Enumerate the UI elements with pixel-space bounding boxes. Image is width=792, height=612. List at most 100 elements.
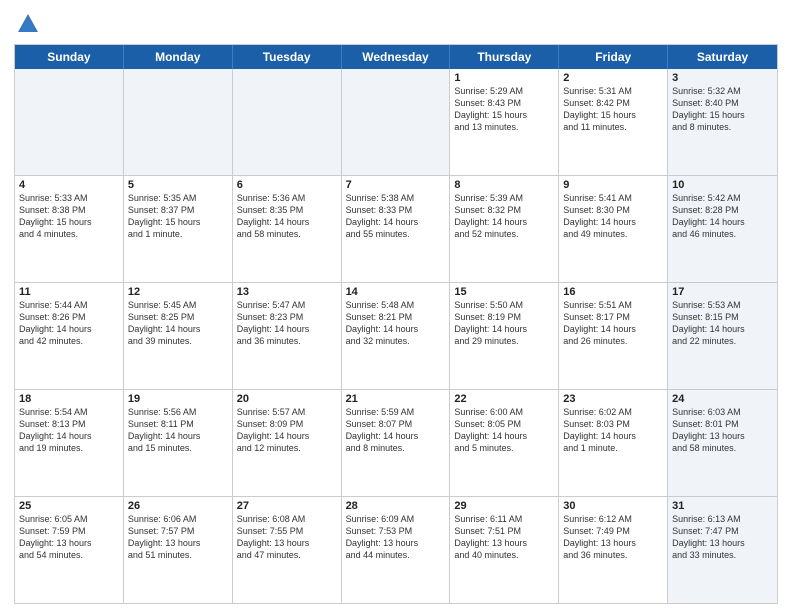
weekday-header-wednesday: Wednesday (342, 45, 451, 69)
day-cell-21: 21Sunrise: 5:59 AM Sunset: 8:07 PM Dayli… (342, 390, 451, 496)
day-number: 31 (672, 500, 773, 512)
day-info: Sunrise: 5:59 AM Sunset: 8:07 PM Dayligh… (346, 406, 446, 455)
day-info: Sunrise: 6:02 AM Sunset: 8:03 PM Dayligh… (563, 406, 663, 455)
day-number: 13 (237, 286, 337, 298)
weekday-header-saturday: Saturday (668, 45, 777, 69)
day-number: 3 (672, 72, 773, 84)
day-number: 26 (128, 500, 228, 512)
day-cell-9: 9Sunrise: 5:41 AM Sunset: 8:30 PM Daylig… (559, 176, 668, 282)
day-cell-3: 3Sunrise: 5:32 AM Sunset: 8:40 PM Daylig… (668, 69, 777, 175)
day-cell-16: 16Sunrise: 5:51 AM Sunset: 8:17 PM Dayli… (559, 283, 668, 389)
weekday-header-monday: Monday (124, 45, 233, 69)
empty-cell-r0c0 (15, 69, 124, 175)
day-info: Sunrise: 6:13 AM Sunset: 7:47 PM Dayligh… (672, 513, 773, 562)
day-cell-2: 2Sunrise: 5:31 AM Sunset: 8:42 PM Daylig… (559, 69, 668, 175)
weekday-header-sunday: Sunday (15, 45, 124, 69)
empty-cell-r0c2 (233, 69, 342, 175)
day-info: Sunrise: 5:32 AM Sunset: 8:40 PM Dayligh… (672, 85, 773, 134)
day-info: Sunrise: 5:47 AM Sunset: 8:23 PM Dayligh… (237, 299, 337, 348)
day-cell-25: 25Sunrise: 6:05 AM Sunset: 7:59 PM Dayli… (15, 497, 124, 603)
day-number: 1 (454, 72, 554, 84)
day-info: Sunrise: 5:56 AM Sunset: 8:11 PM Dayligh… (128, 406, 228, 455)
day-info: Sunrise: 5:48 AM Sunset: 8:21 PM Dayligh… (346, 299, 446, 348)
day-cell-10: 10Sunrise: 5:42 AM Sunset: 8:28 PM Dayli… (668, 176, 777, 282)
day-cell-15: 15Sunrise: 5:50 AM Sunset: 8:19 PM Dayli… (450, 283, 559, 389)
day-cell-17: 17Sunrise: 5:53 AM Sunset: 8:15 PM Dayli… (668, 283, 777, 389)
calendar-row-3: 18Sunrise: 5:54 AM Sunset: 8:13 PM Dayli… (15, 390, 777, 497)
calendar-row-0: 1Sunrise: 5:29 AM Sunset: 8:43 PM Daylig… (15, 69, 777, 176)
calendar-row-2: 11Sunrise: 5:44 AM Sunset: 8:26 PM Dayli… (15, 283, 777, 390)
day-number: 21 (346, 393, 446, 405)
day-cell-19: 19Sunrise: 5:56 AM Sunset: 8:11 PM Dayli… (124, 390, 233, 496)
day-info: Sunrise: 5:53 AM Sunset: 8:15 PM Dayligh… (672, 299, 773, 348)
day-info: Sunrise: 6:06 AM Sunset: 7:57 PM Dayligh… (128, 513, 228, 562)
calendar-row-1: 4Sunrise: 5:33 AM Sunset: 8:38 PM Daylig… (15, 176, 777, 283)
day-cell-22: 22Sunrise: 6:00 AM Sunset: 8:05 PM Dayli… (450, 390, 559, 496)
day-cell-13: 13Sunrise: 5:47 AM Sunset: 8:23 PM Dayli… (233, 283, 342, 389)
calendar-row-4: 25Sunrise: 6:05 AM Sunset: 7:59 PM Dayli… (15, 497, 777, 603)
day-info: Sunrise: 6:03 AM Sunset: 8:01 PM Dayligh… (672, 406, 773, 455)
day-number: 18 (19, 393, 119, 405)
day-cell-29: 29Sunrise: 6:11 AM Sunset: 7:51 PM Dayli… (450, 497, 559, 603)
logo (14, 10, 46, 38)
day-cell-5: 5Sunrise: 5:35 AM Sunset: 8:37 PM Daylig… (124, 176, 233, 282)
weekday-header-thursday: Thursday (450, 45, 559, 69)
day-info: Sunrise: 6:11 AM Sunset: 7:51 PM Dayligh… (454, 513, 554, 562)
day-cell-26: 26Sunrise: 6:06 AM Sunset: 7:57 PM Dayli… (124, 497, 233, 603)
day-info: Sunrise: 5:42 AM Sunset: 8:28 PM Dayligh… (672, 192, 773, 241)
day-cell-11: 11Sunrise: 5:44 AM Sunset: 8:26 PM Dayli… (15, 283, 124, 389)
day-number: 29 (454, 500, 554, 512)
day-info: Sunrise: 5:36 AM Sunset: 8:35 PM Dayligh… (237, 192, 337, 241)
day-cell-4: 4Sunrise: 5:33 AM Sunset: 8:38 PM Daylig… (15, 176, 124, 282)
day-number: 12 (128, 286, 228, 298)
day-number: 27 (237, 500, 337, 512)
day-info: Sunrise: 5:44 AM Sunset: 8:26 PM Dayligh… (19, 299, 119, 348)
logo-icon (14, 10, 42, 38)
day-cell-7: 7Sunrise: 5:38 AM Sunset: 8:33 PM Daylig… (342, 176, 451, 282)
page: SundayMondayTuesdayWednesdayThursdayFrid… (0, 0, 792, 612)
day-number: 7 (346, 179, 446, 191)
day-info: Sunrise: 6:00 AM Sunset: 8:05 PM Dayligh… (454, 406, 554, 455)
day-cell-6: 6Sunrise: 5:36 AM Sunset: 8:35 PM Daylig… (233, 176, 342, 282)
day-number: 9 (563, 179, 663, 191)
day-info: Sunrise: 5:38 AM Sunset: 8:33 PM Dayligh… (346, 192, 446, 241)
day-info: Sunrise: 6:09 AM Sunset: 7:53 PM Dayligh… (346, 513, 446, 562)
day-number: 6 (237, 179, 337, 191)
day-info: Sunrise: 5:39 AM Sunset: 8:32 PM Dayligh… (454, 192, 554, 241)
day-info: Sunrise: 5:45 AM Sunset: 8:25 PM Dayligh… (128, 299, 228, 348)
day-cell-31: 31Sunrise: 6:13 AM Sunset: 7:47 PM Dayli… (668, 497, 777, 603)
day-number: 22 (454, 393, 554, 405)
day-number: 15 (454, 286, 554, 298)
day-number: 24 (672, 393, 773, 405)
day-number: 28 (346, 500, 446, 512)
day-number: 2 (563, 72, 663, 84)
day-cell-27: 27Sunrise: 6:08 AM Sunset: 7:55 PM Dayli… (233, 497, 342, 603)
day-cell-28: 28Sunrise: 6:09 AM Sunset: 7:53 PM Dayli… (342, 497, 451, 603)
day-cell-8: 8Sunrise: 5:39 AM Sunset: 8:32 PM Daylig… (450, 176, 559, 282)
day-info: Sunrise: 5:33 AM Sunset: 8:38 PM Dayligh… (19, 192, 119, 241)
day-info: Sunrise: 5:29 AM Sunset: 8:43 PM Dayligh… (454, 85, 554, 134)
day-number: 4 (19, 179, 119, 191)
day-number: 25 (19, 500, 119, 512)
day-cell-14: 14Sunrise: 5:48 AM Sunset: 8:21 PM Dayli… (342, 283, 451, 389)
day-info: Sunrise: 5:54 AM Sunset: 8:13 PM Dayligh… (19, 406, 119, 455)
day-info: Sunrise: 6:05 AM Sunset: 7:59 PM Dayligh… (19, 513, 119, 562)
empty-cell-r0c3 (342, 69, 451, 175)
day-cell-20: 20Sunrise: 5:57 AM Sunset: 8:09 PM Dayli… (233, 390, 342, 496)
day-number: 11 (19, 286, 119, 298)
empty-cell-r0c1 (124, 69, 233, 175)
day-number: 17 (672, 286, 773, 298)
weekday-header-tuesday: Tuesday (233, 45, 342, 69)
calendar-header: SundayMondayTuesdayWednesdayThursdayFrid… (15, 45, 777, 69)
day-number: 19 (128, 393, 228, 405)
day-number: 8 (454, 179, 554, 191)
day-number: 5 (128, 179, 228, 191)
day-cell-1: 1Sunrise: 5:29 AM Sunset: 8:43 PM Daylig… (450, 69, 559, 175)
calendar-body: 1Sunrise: 5:29 AM Sunset: 8:43 PM Daylig… (15, 69, 777, 603)
day-number: 10 (672, 179, 773, 191)
day-cell-24: 24Sunrise: 6:03 AM Sunset: 8:01 PM Dayli… (668, 390, 777, 496)
calendar: SundayMondayTuesdayWednesdayThursdayFrid… (14, 44, 778, 604)
day-number: 14 (346, 286, 446, 298)
day-cell-18: 18Sunrise: 5:54 AM Sunset: 8:13 PM Dayli… (15, 390, 124, 496)
day-info: Sunrise: 5:50 AM Sunset: 8:19 PM Dayligh… (454, 299, 554, 348)
